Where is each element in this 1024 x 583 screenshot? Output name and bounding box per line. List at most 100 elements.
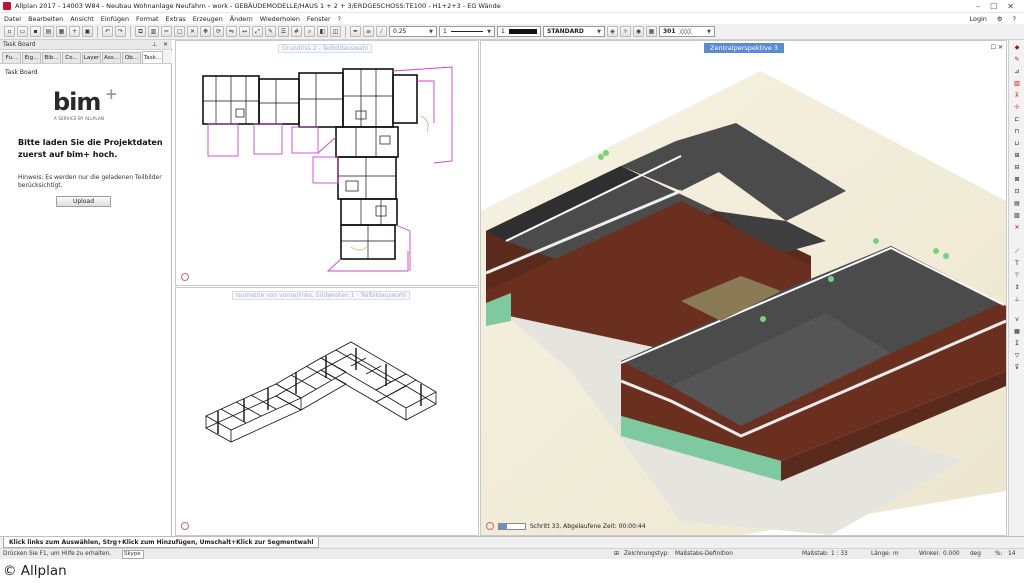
layer-settings-icon[interactable]: ◈: [607, 26, 618, 37]
scale-icon[interactable]: ⤢: [252, 26, 263, 37]
offset-icon[interactable]: ⊿: [1012, 67, 1022, 76]
wall-icon[interactable]: ▥: [1012, 79, 1022, 88]
open-icon[interactable]: ▭: [17, 26, 28, 37]
tab-task-board[interactable]: Task...: [142, 51, 163, 63]
tab-library[interactable]: Bib...: [42, 52, 61, 63]
pen-thickness-select[interactable]: 0.25 ▼: [389, 26, 437, 37]
tab-functions[interactable]: Fu...: [2, 52, 21, 63]
menu-fenster[interactable]: Fenster: [307, 15, 331, 23]
maximize-icon[interactable]: ☐: [991, 44, 996, 51]
view-icon[interactable]: ◧: [317, 26, 328, 37]
filter-reset-icon[interactable]: ⊽: [1012, 363, 1022, 372]
tab-layer[interactable]: Layer: [82, 52, 101, 63]
section-icon[interactable]: ⊥: [1012, 295, 1022, 304]
window-icon[interactable]: ⊞: [1012, 151, 1022, 160]
measure-icon[interactable]: ⟋: [1012, 247, 1022, 256]
length-value[interactable]: m: [893, 551, 899, 557]
filter-icon[interactable]: ⋎: [1012, 315, 1022, 324]
bulb-icon[interactable]: ☼: [620, 26, 631, 37]
move-icon[interactable]: ✥: [200, 26, 211, 37]
eraser-icon[interactable]: ◆: [1012, 43, 1022, 52]
slab-icon[interactable]: ⊓: [1012, 127, 1022, 136]
delete-icon[interactable]: ✕: [187, 26, 198, 37]
label-icon[interactable]: ⊤: [1012, 271, 1022, 280]
menu-erzeugen[interactable]: Erzeugen: [193, 15, 223, 23]
menu-datei[interactable]: Datei: [4, 15, 21, 23]
scale-value[interactable]: 1 : 33: [831, 551, 848, 557]
delete-icon[interactable]: ✕: [1012, 223, 1022, 232]
roof-icon[interactable]: ⊔: [1012, 139, 1022, 148]
style-icon[interactable]: ≡: [363, 26, 374, 37]
layer-select[interactable]: STANDARD ▼: [543, 26, 605, 37]
rotate-icon[interactable]: ⟳: [213, 26, 224, 37]
area-icon[interactable]: ▧: [1012, 211, 1022, 220]
tab-assistants[interactable]: Ass...: [102, 52, 121, 63]
room-icon[interactable]: ▤: [1012, 199, 1022, 208]
angle-value[interactable]: 0.000: [943, 551, 960, 557]
select-icon[interactable]: ▦: [1012, 327, 1022, 336]
menu-einfuegen[interactable]: Einfügen: [101, 15, 129, 23]
menu-ansicht[interactable]: Ansicht: [70, 15, 94, 23]
minimize-icon[interactable]: –: [976, 2, 980, 11]
dimension-icon[interactable]: ↕: [1012, 283, 1022, 292]
help-icon[interactable]: ?: [1013, 15, 1016, 23]
pin-icon[interactable]: ⊥: [152, 41, 157, 48]
menu-aendern[interactable]: Ändern: [230, 15, 253, 23]
new-file-icon[interactable]: ▫: [4, 26, 15, 37]
beam-icon[interactable]: ☩: [1012, 103, 1022, 112]
mirror-icon[interactable]: ⇋: [226, 26, 237, 37]
stair-icon[interactable]: ⊏: [1012, 115, 1022, 124]
maximize-icon[interactable]: ☐: [990, 2, 997, 11]
settings-icon[interactable]: ⚙: [997, 15, 1003, 23]
perspective-viewport[interactable]: Zentralperspektive 3 ☐ ✕ Schritt 33, Abg…: [480, 40, 1007, 536]
stretch-icon[interactable]: ↔: [239, 26, 250, 37]
drawing-type-value[interactable]: Maßstabs-Definition: [675, 551, 733, 557]
upload-button[interactable]: Upload: [56, 196, 111, 207]
modify-icon[interactable]: ✎: [265, 26, 276, 37]
save-icon[interactable]: ▪: [30, 26, 41, 37]
funnel-icon[interactable]: ▽: [1012, 351, 1022, 360]
door-icon[interactable]: ⊟: [1012, 163, 1022, 172]
add-icon[interactable]: +: [69, 26, 80, 37]
tab-connect[interactable]: Co...: [62, 52, 81, 63]
copy-icon[interactable]: ⧉: [135, 26, 146, 37]
niche-icon[interactable]: ⊡: [1012, 187, 1022, 196]
wireframe-icon[interactable]: ◫: [330, 26, 341, 37]
skype-field[interactable]: Skype: [122, 550, 144, 559]
zoom-icon[interactable]: ⌕: [304, 26, 315, 37]
tab-properties[interactable]: Eig...: [22, 52, 41, 63]
menu-wiederholen[interactable]: Wiederholen: [260, 15, 300, 23]
sum-icon[interactable]: Σ: [1012, 339, 1022, 348]
layer-icon[interactable]: ☰: [278, 26, 289, 37]
login-link[interactable]: Login: [970, 15, 987, 23]
hatching-select[interactable]: 301 ╳╳╳╳ ▼: [659, 26, 715, 37]
undo-icon[interactable]: ↶: [102, 26, 113, 37]
opening-icon[interactable]: ⊠: [1012, 175, 1022, 184]
format-icon[interactable]: ▦: [646, 26, 657, 37]
close-icon[interactable]: ✕: [998, 44, 1003, 51]
plot-icon[interactable]: ▦: [56, 26, 67, 37]
line-type-select[interactable]: 1 ▼: [439, 26, 495, 37]
layout-icon[interactable]: ▣: [82, 26, 93, 37]
column-icon[interactable]: ⊼: [1012, 91, 1022, 100]
menu-help[interactable]: ?: [338, 15, 341, 23]
menu-format[interactable]: Format: [136, 15, 159, 23]
brush-icon[interactable]: ⁄: [376, 26, 387, 37]
cut-icon[interactable]: ✂: [161, 26, 172, 37]
print-icon[interactable]: ▤: [43, 26, 54, 37]
clipboard-icon[interactable]: ▢: [174, 26, 185, 37]
layer-visibility-icon[interactable]: ◉: [633, 26, 644, 37]
floor-plan-viewport[interactable]: Grundriss 2 - Teilbildauswahl: [175, 40, 479, 286]
menu-bearbeiten[interactable]: Bearbeiten: [28, 15, 63, 23]
text-icon[interactable]: T: [1012, 259, 1022, 268]
grid-icon[interactable]: #: [291, 26, 302, 37]
paste-icon[interactable]: ▥: [148, 26, 159, 37]
pen-icon[interactable]: ✒: [350, 26, 361, 37]
redo-icon[interactable]: ↷: [115, 26, 126, 37]
color-select[interactable]: 1: [497, 26, 541, 37]
close-icon[interactable]: ✕: [1007, 2, 1014, 11]
tab-objects[interactable]: Ob...: [122, 52, 141, 63]
close-icon[interactable]: ✕: [163, 41, 168, 48]
isometric-viewport[interactable]: Isometrie von vorne/links, Südwesten 1 -…: [175, 287, 479, 536]
menu-extras[interactable]: Extras: [166, 15, 186, 23]
